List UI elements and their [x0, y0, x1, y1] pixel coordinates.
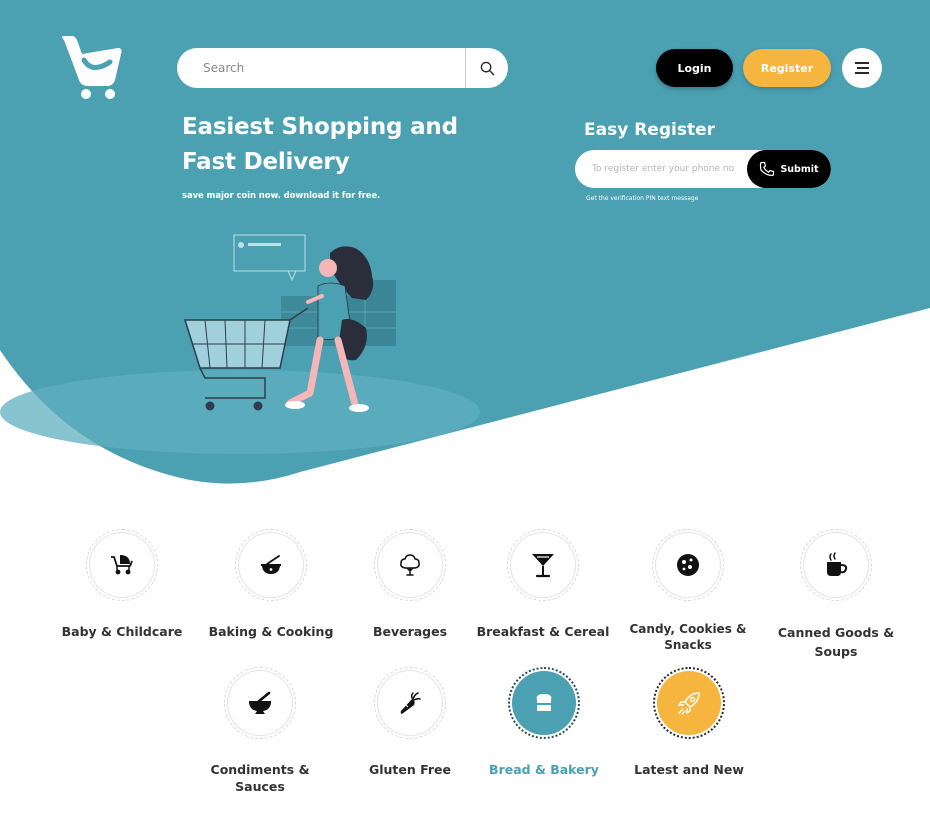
cocktail-glass-icon — [532, 554, 554, 578]
search-icon — [480, 61, 494, 75]
category-label: Baking & Cooking — [208, 624, 334, 639]
brand-logo[interactable] — [58, 34, 126, 100]
category-candy-cookies-snacks[interactable]: Candy, Cookies & Snacks — [618, 529, 758, 653]
search-input[interactable] — [177, 48, 465, 88]
category-label: Condiments & Sauces — [210, 762, 310, 794]
shopping-illustration — [183, 234, 396, 412]
tree-icon — [400, 554, 420, 576]
category-ring — [652, 529, 724, 601]
cookie-icon — [677, 554, 699, 576]
category-ring — [86, 529, 158, 601]
search-bar — [177, 48, 508, 88]
category-label: Canned Goods & Soups — [777, 625, 895, 659]
hero-subtitle: save major coin now. download it for fre… — [182, 191, 381, 201]
category-ring — [508, 667, 580, 739]
stroller-icon — [111, 555, 133, 575]
category-circle — [90, 533, 154, 597]
category-label: Bread & Bakery — [489, 762, 599, 777]
category-ring — [653, 667, 725, 739]
category-circle — [511, 533, 575, 597]
category-condiments-sauces[interactable]: Condiments & Sauces — [190, 667, 330, 795]
register-hint: Get the verification PIN text message — [586, 195, 699, 202]
category-label: Baby & Childcare — [61, 624, 183, 639]
category-label: Beverages — [372, 624, 448, 639]
mortar-pestle-icon — [249, 691, 271, 714]
category-label: Candy, Cookies & Snacks — [629, 622, 747, 652]
category-ring — [235, 529, 307, 601]
category-circle — [657, 671, 721, 735]
bread-icon — [536, 694, 552, 711]
rocket-icon — [678, 692, 700, 715]
hot-cup-icon — [827, 552, 848, 576]
category-ring — [507, 529, 579, 601]
login-button[interactable]: Login — [656, 49, 733, 87]
category-circle — [228, 671, 292, 735]
category-circle — [378, 533, 442, 597]
menu-button[interactable] — [842, 48, 882, 88]
category-latest-new[interactable]: Latest and New — [619, 667, 759, 778]
hero-title: Easiest Shopping and Fast Delivery — [182, 110, 502, 180]
submit-label: Submit — [780, 163, 819, 175]
hero-title-line2: Fast Delivery — [182, 149, 350, 175]
category-ring — [800, 529, 872, 601]
category-canned-goods-soups[interactable]: Canned Goods & Soups — [766, 529, 906, 661]
category-baby-childcare[interactable]: Baby & Childcare — [52, 529, 192, 640]
category-circle — [512, 671, 576, 735]
category-beverages[interactable]: Beverages — [340, 529, 480, 640]
submit-button[interactable]: Submit — [747, 150, 831, 188]
category-circle — [804, 533, 868, 597]
category-circle — [239, 533, 303, 597]
phone-input[interactable] — [575, 150, 747, 188]
category-gluten-free[interactable]: Gluten Free — [340, 667, 480, 778]
search-button[interactable] — [465, 48, 508, 88]
category-breakfast-cereal[interactable]: Breakfast & Cereal — [473, 529, 613, 640]
mixing-bowl-icon — [261, 555, 281, 574]
category-label: Breakfast & Cereal — [476, 624, 610, 639]
hero-title-line1: Easiest Shopping and — [182, 114, 458, 140]
category-ring — [374, 667, 446, 739]
category-baking-cooking[interactable]: Baking & Cooking — [201, 529, 341, 640]
category-label: Latest and New — [634, 762, 744, 777]
register-title: Easy Register — [584, 120, 715, 140]
register-form: Submit — [575, 150, 831, 188]
category-circle — [656, 533, 720, 597]
category-bread-bakery[interactable]: Bread & Bakery — [474, 667, 614, 778]
category-ring — [224, 667, 296, 739]
category-ring — [374, 529, 446, 601]
carrot-icon — [400, 692, 421, 714]
category-circle — [378, 671, 442, 735]
hamburger-icon — [855, 62, 869, 74]
category-label: Gluten Free — [368, 762, 451, 777]
phone-icon — [760, 161, 775, 177]
register-button[interactable]: Register — [743, 49, 831, 87]
